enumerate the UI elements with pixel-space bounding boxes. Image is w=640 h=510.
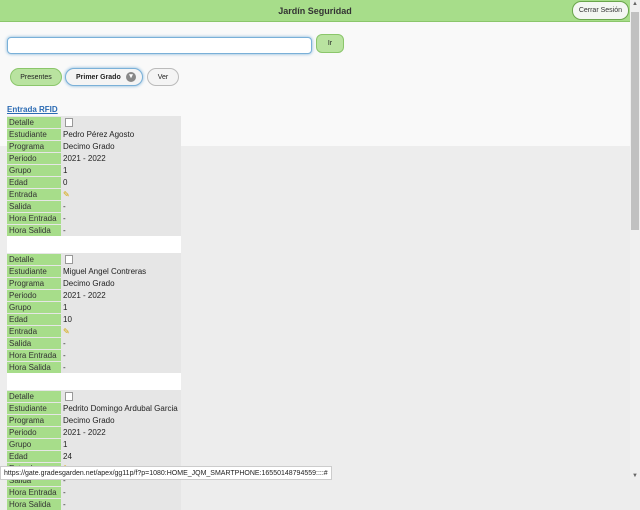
group-value: 1	[63, 439, 68, 449]
label-detalle: Detalle	[7, 116, 61, 128]
exit-time-value: -	[63, 225, 66, 235]
label-hora-salida: Hora Salida	[7, 224, 61, 236]
entry-time-value: -	[63, 213, 66, 223]
label-detalle: Detalle	[7, 253, 61, 265]
period-value: 2021 - 2022	[63, 427, 106, 437]
label-entrada: Entrada	[7, 188, 61, 200]
label-hora-salida: Hora Salida	[7, 498, 61, 510]
label-programa: Programa	[7, 277, 61, 289]
pencil-icon[interactable]: ✎	[63, 327, 70, 336]
exit-time-value: -	[63, 362, 66, 372]
group-value: 1	[63, 302, 68, 312]
label-grupo: Grupo	[7, 301, 61, 313]
document-icon[interactable]	[65, 391, 73, 401]
label-hora-entrada: Hora Entrada	[7, 486, 61, 498]
document-icon[interactable]	[65, 117, 73, 127]
record-separator	[7, 373, 181, 390]
app-title: Jardín Seguridad	[278, 5, 352, 16]
student-name: Pedrito Domingo Ardubal Garcia	[63, 403, 178, 413]
student-record: Detalle Estudiante Miguel Angel Contreras…	[7, 253, 181, 373]
student-record: Detalle Estudiante Pedro Pérez Agosto Pro…	[7, 116, 181, 236]
logout-button[interactable]: Cerrar Sesión	[571, 1, 629, 20]
period-value: 2021 - 2022	[63, 153, 106, 163]
label-periodo: Periodo	[7, 152, 61, 164]
age-value: 24	[63, 451, 72, 461]
label-grupo: Grupo	[7, 164, 61, 176]
grade-select-value: Primer Grado	[76, 73, 121, 81]
scroll-up-arrow-icon[interactable]: ▲	[631, 1, 639, 7]
program-value: Decimo Grado	[63, 415, 115, 425]
grade-select[interactable]: Primer Grado ▾	[65, 68, 143, 86]
document-icon[interactable]	[65, 254, 73, 264]
chevron-down-icon: ▾	[126, 72, 136, 82]
rfid-entry-link[interactable]: Entrada RFID	[7, 105, 58, 114]
label-hora-salida: Hora Salida	[7, 361, 61, 373]
entry-time-value: -	[63, 487, 66, 497]
label-edad: Edad	[7, 450, 61, 462]
label-hora-entrada: Hora Entrada	[7, 212, 61, 224]
age-value: 0	[63, 177, 68, 187]
label-programa: Programa	[7, 414, 61, 426]
period-value: 2021 - 2022	[63, 290, 106, 300]
student-name: Miguel Angel Contreras	[63, 266, 147, 276]
entry-time-value: -	[63, 350, 66, 360]
label-entrada: Entrada	[7, 325, 61, 337]
label-hora-entrada: Hora Entrada	[7, 349, 61, 361]
age-value: 10	[63, 314, 72, 324]
exit-time-value: -	[63, 499, 66, 509]
label-edad: Edad	[7, 313, 61, 325]
program-value: Decimo Grado	[63, 141, 115, 151]
scrollbar-thumb[interactable]	[631, 12, 639, 230]
label-detalle: Detalle	[7, 390, 61, 402]
ver-button[interactable]: Ver	[147, 68, 179, 86]
exit-value: -	[63, 201, 66, 211]
label-salida: Salida	[7, 200, 61, 212]
group-value: 1	[63, 165, 68, 175]
app-header: Jardín Seguridad Cerrar Sesión	[0, 0, 630, 22]
exit-value: -	[63, 338, 66, 348]
label-estudiante: Estudiante	[7, 265, 61, 277]
presentes-button[interactable]: Presentes	[10, 68, 62, 86]
label-estudiante: Estudiante	[7, 402, 61, 414]
label-grupo: Grupo	[7, 438, 61, 450]
label-estudiante: Estudiante	[7, 128, 61, 140]
label-periodo: Periodo	[7, 426, 61, 438]
go-button[interactable]: Ir	[316, 34, 344, 53]
student-name: Pedro Pérez Agosto	[63, 129, 135, 139]
scroll-down-arrow-icon[interactable]: ▼	[631, 473, 639, 479]
search-input[interactable]	[7, 37, 312, 54]
records-list: Detalle Estudiante Pedro Pérez Agosto Pro…	[7, 116, 181, 510]
program-value: Decimo Grado	[63, 278, 115, 288]
student-record: Detalle Estudiante Pedrito Domingo Arduba…	[7, 390, 181, 510]
status-bar-url: https://gate.gradesgarden.net/apex/gg11p…	[0, 466, 332, 480]
label-programa: Programa	[7, 140, 61, 152]
label-salida: Salida	[7, 337, 61, 349]
page-scrollbar[interactable]: ▲ ▼	[630, 0, 640, 480]
label-edad: Edad	[7, 176, 61, 188]
record-separator	[7, 236, 181, 253]
label-periodo: Periodo	[7, 289, 61, 301]
pencil-icon[interactable]: ✎	[63, 190, 70, 199]
